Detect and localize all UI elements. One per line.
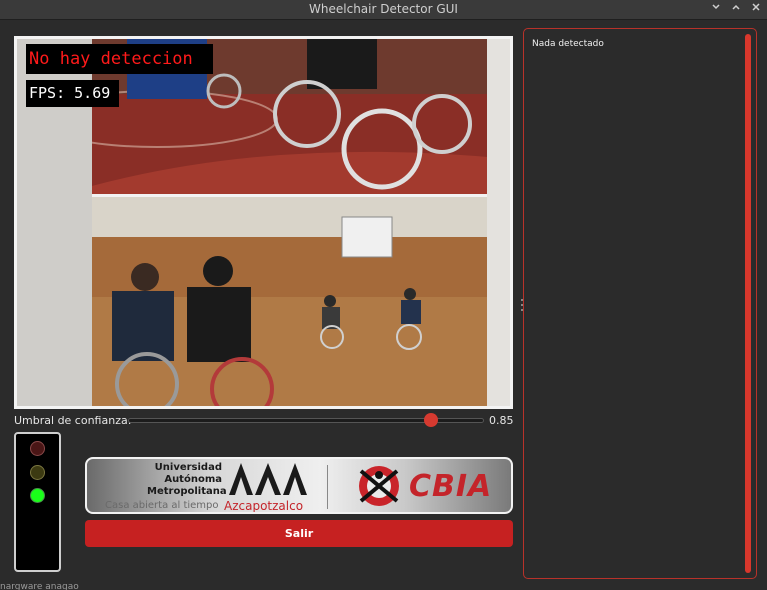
uam-line-2: Autónoma bbox=[164, 474, 222, 485]
threshold-slider-handle[interactable] bbox=[423, 413, 438, 427]
uam-logo-icon bbox=[229, 463, 307, 495]
results-scrollbar[interactable] bbox=[745, 34, 751, 573]
maximize-button[interactable] bbox=[729, 2, 743, 16]
banner-divider bbox=[327, 465, 328, 509]
uam-line-3: Metropolitana bbox=[147, 486, 227, 497]
title-bar: Wheelchair Detector GUI bbox=[0, 0, 767, 20]
detection-status-overlay: No hay deteccion bbox=[26, 44, 213, 74]
chevron-down-icon bbox=[712, 4, 720, 10]
uam-name: Universidad Autónoma Metropolitana bbox=[147, 462, 227, 498]
window-title: Wheelchair Detector GUI bbox=[309, 2, 458, 16]
fps-overlay: FPS: 5.69 bbox=[26, 80, 119, 107]
close-icon bbox=[752, 3, 760, 11]
uam-motto: Casa abierta al tiempo bbox=[105, 500, 219, 511]
results-panel[interactable]: Nada detectado bbox=[523, 28, 757, 579]
camera-frame: No hay deteccion FPS: 5.69 bbox=[14, 36, 513, 409]
results-text: Nada detectado bbox=[532, 39, 604, 49]
cbia-text: CBIA bbox=[409, 469, 493, 504]
uam-line-1: Universidad bbox=[154, 462, 222, 473]
traffic-light bbox=[14, 432, 61, 572]
quit-button[interactable]: Salir bbox=[85, 520, 513, 547]
minimize-button[interactable] bbox=[709, 2, 723, 16]
status-text: nargware anagao bbox=[0, 583, 79, 590]
close-button[interactable] bbox=[749, 2, 763, 16]
traffic-light-red bbox=[30, 441, 45, 456]
traffic-light-green bbox=[30, 488, 45, 503]
threshold-label: Umbral de confianza: bbox=[14, 414, 132, 427]
traffic-light-yellow bbox=[30, 465, 45, 480]
cbia-logo-icon bbox=[359, 466, 399, 506]
uam-campus: Azcapotzalco bbox=[224, 499, 304, 513]
threshold-value: 0.85 bbox=[489, 414, 514, 427]
camera-feed: No hay deteccion FPS: 5.69 bbox=[17, 39, 510, 406]
logo-banner: Universidad Autónoma Metropolitana Casa … bbox=[85, 457, 513, 514]
chevron-up-icon bbox=[732, 4, 740, 10]
